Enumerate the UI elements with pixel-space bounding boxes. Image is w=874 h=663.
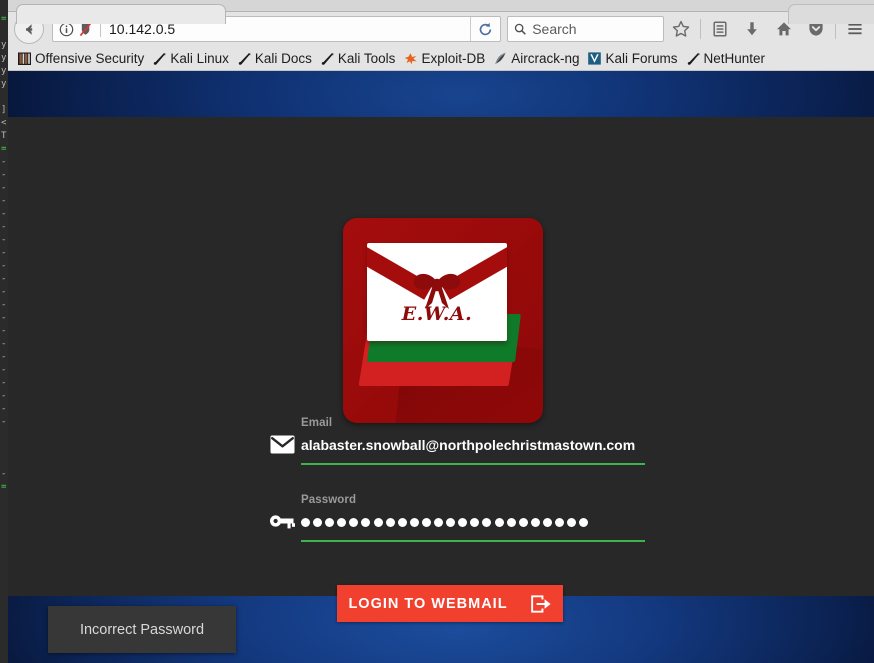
bookmark-item-offensive-security[interactable]: Offensive Security	[15, 50, 148, 67]
password-mask-dot	[397, 517, 407, 527]
bookmark-label: Kali Forums	[605, 50, 678, 66]
bookmark-item-kali-tools[interactable]: Kali Tools	[318, 50, 400, 67]
search-icon	[514, 23, 526, 35]
password-field-body[interactable]: Password	[301, 494, 645, 542]
browser-tab-active[interactable]	[16, 4, 226, 24]
bookmark-label: NetHunter	[703, 50, 766, 66]
ewa-envelope-logo: E.W.A.	[343, 218, 543, 423]
bookmarks-toolbar: Offensive Security Kali Linux Kali Docs …	[8, 46, 874, 71]
bookmark-label: Exploit-DB	[421, 50, 486, 66]
search-bar[interactable]	[507, 16, 664, 42]
bookmark-label: Aircrack-ng	[511, 50, 580, 66]
wallpaper-top-band	[8, 71, 874, 117]
login-to-webmail-button[interactable]: LOGIN TO WEBMAIL	[337, 585, 563, 622]
email-field-row: Email alabaster.snowball@northpolechrist…	[267, 417, 647, 465]
password-mask-dot	[494, 517, 504, 527]
incorrect-password-toast: Incorrect Password	[48, 606, 236, 653]
password-mask-dot	[325, 517, 335, 527]
bookmark-label: Kali Docs	[254, 50, 312, 66]
bookmark-item-kali-forums[interactable]: Kali Forums	[585, 50, 681, 67]
password-mask-dot	[542, 517, 552, 527]
password-mask-dot	[458, 517, 468, 527]
password-mask-dot	[361, 517, 371, 527]
bookmark-item-nethunter[interactable]: NetHunter	[684, 50, 770, 67]
downloads-button[interactable]	[737, 14, 767, 44]
logo-monogram: E.W.A.	[401, 303, 473, 325]
email-input[interactable]: alabaster.snowball@northpolechristmastow…	[301, 434, 645, 456]
password-underline	[301, 540, 645, 542]
password-mask-dot	[518, 517, 528, 527]
reload-button[interactable]	[470, 17, 498, 41]
library-button[interactable]	[705, 14, 735, 44]
bookmark-label: Offensive Security	[35, 50, 145, 66]
bookmark-item-exploit-db[interactable]: Exploit-DB	[401, 50, 489, 67]
logo-envelope: E.W.A.	[367, 243, 507, 341]
toast-message: Incorrect Password	[79, 621, 205, 638]
password-mask-dot	[482, 517, 492, 527]
browser-tab-secondary[interactable]	[788, 4, 874, 24]
bookmark-item-aircrack-ng[interactable]: Aircrack-ng	[491, 50, 583, 67]
password-mask-dot	[301, 517, 310, 527]
envelope-icon	[267, 431, 297, 457]
reload-icon	[479, 22, 492, 35]
logo-tile: E.W.A.	[343, 218, 543, 423]
kali-dragon-icon	[152, 51, 167, 66]
email-label: Email	[301, 417, 333, 429]
password-mask-dot	[506, 517, 516, 527]
kali-dragon-icon	[237, 51, 252, 66]
bookmark-item-kali-docs[interactable]: Kali Docs	[235, 50, 316, 67]
toolbar-divider	[700, 19, 701, 39]
bookmark-label: Kali Tools	[337, 50, 396, 66]
downloads-icon	[747, 22, 757, 36]
key-icon	[267, 508, 297, 534]
kali-forums-icon	[587, 51, 602, 66]
kali-dragon-icon	[320, 51, 335, 66]
password-mask-dot	[530, 517, 540, 527]
login-page-panel: E.W.A. Email alabaster.snowball@northpol…	[8, 117, 874, 622]
browser-window: 10.142.0.5 Search Offensive Security Kal…	[8, 0, 874, 663]
bookmark-star-icon	[672, 20, 690, 37]
password-mask-dot	[349, 517, 359, 527]
library-icon	[713, 21, 727, 37]
exploit-db-icon	[403, 51, 418, 66]
password-mask-dot	[554, 517, 564, 527]
password-mask-dot	[337, 517, 347, 527]
password-mask-dot	[579, 517, 589, 527]
login-button-label: LOGIN TO WEBMAIL	[348, 595, 508, 612]
password-field-row: Password	[267, 494, 647, 542]
email-underline	[301, 463, 645, 465]
aircrack-icon	[493, 51, 508, 66]
password-mask-dot	[421, 517, 431, 527]
password-mask-dot	[470, 517, 480, 527]
password-mask-dot	[313, 517, 323, 527]
browser-tab-strip	[8, 0, 874, 24]
password-mask-dot	[434, 517, 444, 527]
password-mask-dot	[373, 517, 383, 527]
password-label: Password	[301, 494, 357, 506]
bookmark-label: Kali Linux	[170, 50, 229, 66]
bookmark-star-button[interactable]	[666, 14, 696, 44]
page-viewport: E.W.A. Email alabaster.snowball@northpol…	[8, 71, 874, 663]
email-field-body[interactable]: Email alabaster.snowball@northpolechrist…	[301, 417, 645, 465]
search-input[interactable]	[532, 21, 657, 37]
password-mask-dot	[409, 517, 419, 527]
password-mask-dot	[446, 517, 456, 527]
login-arrow-icon	[530, 594, 551, 613]
bookmark-item-kali-linux[interactable]: Kali Linux	[150, 50, 233, 67]
kali-dragon-icon	[686, 51, 701, 66]
offsec-icon	[17, 51, 32, 66]
password-input[interactable]	[301, 511, 645, 533]
password-mask-dot	[385, 517, 395, 527]
password-mask-dot	[567, 517, 577, 527]
